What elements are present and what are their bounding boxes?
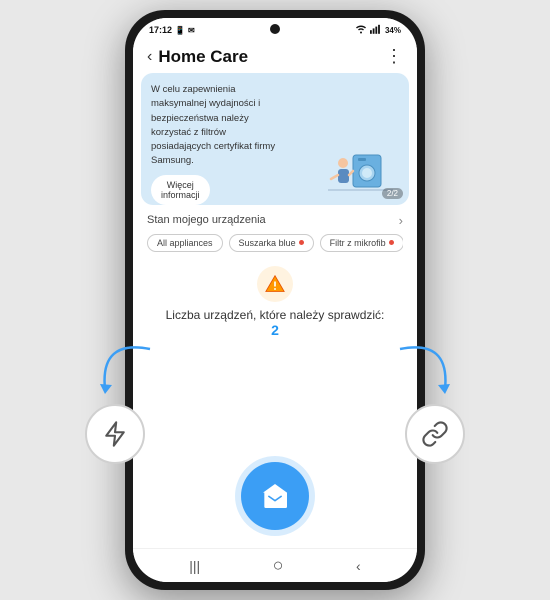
filter-tab-filtr-label: Filtr z mikrofib [330, 238, 386, 248]
filter-tabs: All appliances Suszarka blue Filtr z mik… [147, 234, 403, 252]
side-icon-right[interactable] [405, 404, 465, 464]
signal-icon [370, 24, 382, 36]
bottom-nav: ||| ○ ‹ [133, 548, 417, 582]
home-fab-icon [259, 480, 291, 512]
phone-screen: 17:12 📱 ✉ [133, 18, 417, 582]
suszarka-alert-dot [299, 240, 304, 245]
filter-tab-all[interactable]: All appliances [147, 234, 223, 252]
filter-tab-suszarka[interactable]: Suszarka blue [229, 234, 314, 252]
scroll-area: W celu zapewnienia maksymalnej wydajnośc… [133, 73, 417, 548]
section-header: Stan mojego urządzenia › [147, 213, 403, 228]
alert-count: 2 [271, 322, 279, 338]
bottom-area [133, 344, 417, 549]
app-header: ‹ Home Care ⋮ [133, 38, 417, 73]
filtr-alert-dot [389, 240, 394, 245]
banner-text: W celu zapewnienia maksymalnej wydajnośc… [151, 83, 287, 169]
alert-text: Liczba urządzeń, które należy sprawdzić: [166, 308, 385, 322]
menu-button[interactable]: ⋮ [385, 46, 403, 67]
side-icon-left[interactable] [85, 404, 145, 464]
arrow-left-curve [90, 329, 170, 409]
filter-tab-all-label: All appliances [157, 238, 213, 248]
arrow-right-curve [380, 329, 460, 409]
status-time: 17:12 [149, 25, 172, 35]
alert-icon-wrap [257, 266, 293, 302]
phone-frame: 17:12 📱 ✉ [125, 10, 425, 590]
whatsapp-icon: 📱 [175, 26, 185, 35]
wifi-icon [355, 24, 367, 36]
filter-tab-filtr[interactable]: Filtr z mikrofib [320, 234, 403, 252]
message-icon: ✉ [188, 26, 195, 35]
warning-icon [265, 274, 285, 294]
alert-section: Liczba urządzeń, które należy sprawdzić:… [133, 256, 417, 344]
banner-counter: 2/2 [382, 188, 403, 199]
status-right: 34% [355, 24, 401, 36]
page-title: Home Care [158, 47, 248, 67]
more-info-button[interactable]: Więcej informacji [151, 175, 210, 205]
header-left: ‹ Home Care [147, 47, 248, 67]
battery-text: 34% [385, 26, 401, 35]
section-nav-arrow[interactable]: › [399, 213, 403, 228]
section-title: Stan mojego urządzenia [147, 214, 266, 226]
camera-notch [270, 24, 280, 34]
nav-back-button[interactable]: ‹ [356, 558, 361, 574]
home-care-fab[interactable] [241, 462, 309, 530]
status-left: 17:12 📱 ✉ [149, 25, 195, 35]
promo-banner: W celu zapewnienia maksymalnej wydajnośc… [141, 73, 409, 205]
phone-outer: 17:12 📱 ✉ [125, 10, 425, 590]
back-button[interactable]: ‹ [147, 48, 152, 66]
filter-tab-suszarka-label: Suszarka blue [239, 238, 296, 248]
nav-recent-button[interactable]: ||| [189, 558, 200, 574]
nav-home-button[interactable]: ○ [273, 555, 284, 576]
device-status-section: Stan mojego urządzenia › All appliances … [133, 205, 417, 256]
